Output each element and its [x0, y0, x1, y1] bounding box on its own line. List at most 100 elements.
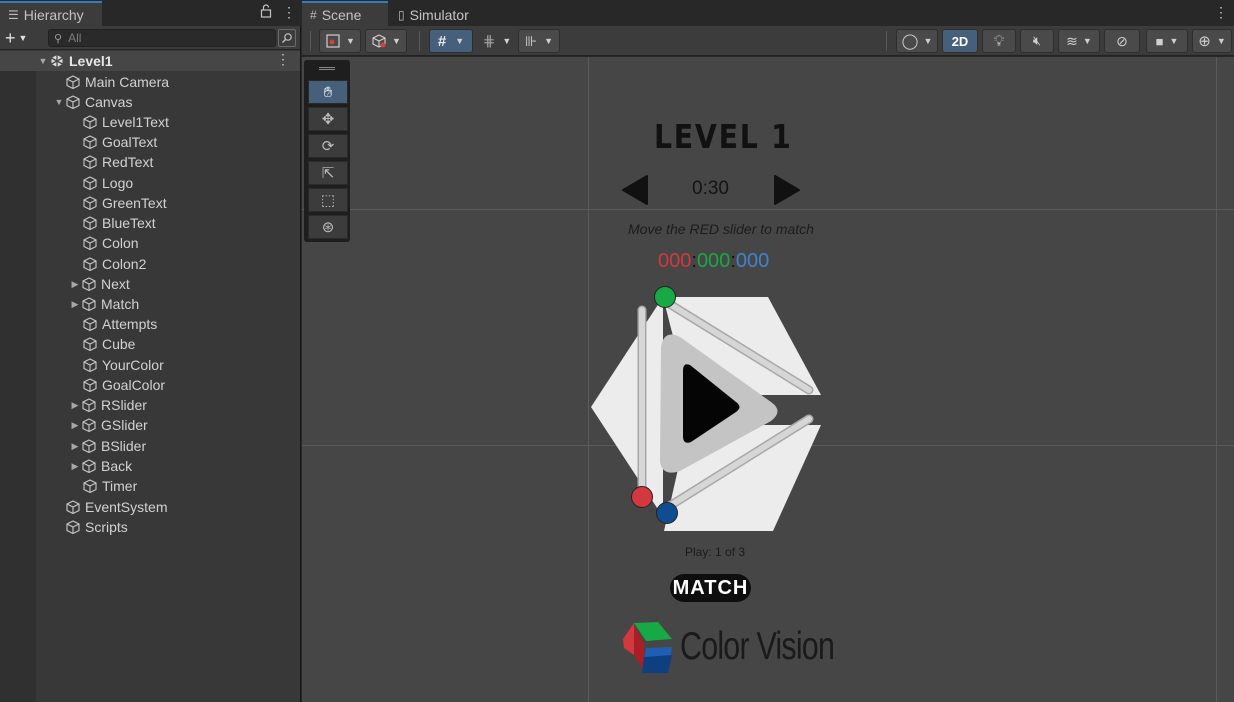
red-slider-handle[interactable]	[631, 486, 653, 508]
tree-item-label: Cube	[102, 336, 136, 352]
tree-item-label: Level1Text	[102, 114, 169, 130]
tree-item-yourcolor[interactable]: YourColor	[83, 355, 164, 375]
blue-slider-handle[interactable]	[656, 502, 678, 524]
chevron-down-icon: ▼	[392, 36, 401, 46]
fold-closed-icon[interactable]: ▶	[68, 461, 82, 472]
tree-item-gslider[interactable]: ▶ GSlider	[68, 415, 148, 435]
next-arrow-button[interactable]	[773, 174, 801, 206]
tree-item-back[interactable]: ▶ Back	[68, 456, 133, 476]
tree-item-canvas[interactable]: ▼ Canvas	[52, 92, 133, 112]
hierarchy-tabbar: ☰ Hierarchy ⋮	[0, 0, 301, 26]
tab-hierarchy[interactable]: ☰ Hierarchy	[0, 1, 102, 26]
tree-item-label: Back	[101, 458, 133, 474]
rotate-tool[interactable]: ⟳	[308, 134, 348, 158]
tree-item-next[interactable]: ▶ Next	[68, 274, 130, 294]
tab-simulator[interactable]: ▯ Simulator	[390, 1, 490, 26]
tree-item-redtext[interactable]: RedText	[83, 152, 153, 172]
drag-grip-icon[interactable]	[319, 67, 335, 70]
scale-tool[interactable]: ⇱	[308, 161, 348, 185]
tree-item-level1text[interactable]: Level1Text	[83, 112, 169, 132]
rect-tool[interactable]: ⬚	[308, 188, 348, 212]
ruler-dropdown[interactable]: ⊪ ▼	[518, 29, 560, 53]
audio-toggle[interactable]: 🔇︎	[1020, 29, 1054, 53]
tree-item-label: Attempts	[102, 316, 158, 332]
plus-icon: +	[5, 27, 16, 48]
level-title: LEVEL 1	[654, 117, 793, 156]
shading-mode-dropdown[interactable]: ◯ ▼	[896, 29, 938, 53]
layers-icon: ≋	[1066, 32, 1078, 49]
tree-item-goaltext[interactable]: GoalText	[83, 132, 157, 152]
tree-item-label: Canvas	[85, 94, 133, 110]
tree-item-colon2[interactable]: Colon2	[83, 254, 146, 274]
hand-tool[interactable]: ✋︎	[308, 80, 348, 104]
tree-item-label: GoalColor	[102, 377, 166, 393]
tree-item-cube[interactable]: Cube	[83, 334, 135, 354]
tree-item-timer[interactable]: Timer	[83, 476, 137, 496]
tree-item-scripts[interactable]: Scripts	[66, 517, 128, 537]
tree-item-match[interactable]: ▶ Match	[68, 294, 140, 314]
ruler-icon: ⊪	[524, 32, 538, 49]
green-slider-handle[interactable]	[654, 286, 676, 308]
fold-closed-icon[interactable]: ▶	[68, 420, 82, 431]
fold-closed-icon[interactable]: ▶	[68, 279, 82, 290]
increment-snap-dropdown[interactable]: ⋕ ▼	[478, 29, 516, 53]
tree-item-rslider[interactable]: ▶ RSlider	[68, 395, 147, 415]
move-tool[interactable]: ✥	[308, 107, 348, 131]
search-options-button[interactable]	[278, 29, 296, 47]
tab-scene-label: Scene	[321, 6, 362, 23]
tree-item-label: Main Camera	[85, 74, 170, 90]
tree-item-label: Colon2	[102, 256, 147, 272]
fold-closed-icon[interactable]: ▶	[68, 400, 82, 411]
search-icon	[282, 33, 292, 43]
tree-item-label: Scripts	[85, 519, 128, 535]
hierarchy-panel: ☰ Hierarchy ⋮ + ▼ ⚲ All ▼ Level1 ⋮ Main …	[0, 0, 301, 702]
scene-visibility-toggle[interactable]: ⊘	[1104, 29, 1140, 53]
fold-closed-icon[interactable]: ▶	[68, 441, 82, 452]
tree-item-attempts[interactable]: Attempts	[83, 314, 157, 334]
kebab-menu-icon[interactable]: ⋮	[282, 4, 296, 21]
grid-line	[302, 209, 1234, 210]
tree-item-main-camera[interactable]: Main Camera	[66, 72, 169, 92]
blue-value: 000	[735, 250, 770, 272]
fold-closed-icon[interactable]: ▶	[68, 299, 82, 310]
scene-root-row[interactable]: ▼ Level1 ⋮	[0, 51, 300, 71]
grid-snap-icon: #	[437, 32, 447, 50]
chevron-down-icon: ▼	[455, 36, 465, 46]
tree-item-greentext[interactable]: GreenText	[83, 193, 167, 213]
2d-toggle[interactable]: 2D	[942, 29, 978, 53]
draw-mode-dropdown[interactable]: ▼	[319, 29, 361, 53]
lock-icon[interactable]	[260, 4, 272, 21]
transform-tool[interactable]: ⊛	[308, 215, 348, 239]
gizmos-dropdown[interactable]: ⊕ ▼	[1192, 29, 1232, 53]
gameobject-cube-icon	[83, 115, 97, 129]
hierarchy-search-input[interactable]: ⚲ All	[48, 29, 276, 47]
scene-kebab-icon[interactable]: ⋮	[276, 51, 290, 68]
tree-item-label: EventSystem	[85, 499, 168, 515]
grid-snap-toggle[interactable]: # ▼	[429, 29, 473, 53]
scene-viewport[interactable]: ✋︎ ✥ ⟳ ⇱ ⬚ ⊛ LEVEL 1 0:30 Move the RED s…	[302, 57, 1234, 702]
scene-tabbar: # Scene ▯ Simulator ⋮	[302, 0, 1234, 26]
gameobject-cube-icon	[83, 358, 97, 372]
chevron-down-icon: ▼	[544, 36, 554, 46]
back-arrow-button[interactable]	[621, 174, 649, 206]
kebab-menu-icon[interactable]: ⋮	[1214, 4, 1228, 21]
tree-item-logo[interactable]: Logo	[83, 173, 133, 193]
gameobject-cube-icon	[83, 135, 97, 149]
fold-open-icon[interactable]: ▼	[36, 56, 50, 66]
camera-settings-dropdown[interactable]: ■ ▼	[1146, 29, 1188, 53]
list-icon: ☰	[8, 7, 19, 22]
rgb-readout: 000 : 000 : 000	[658, 250, 769, 273]
tree-item-bluetext[interactable]: BlueText	[83, 213, 156, 233]
add-object-button[interactable]: + ▼	[5, 28, 37, 48]
tree-item-bslider[interactable]: ▶ BSlider	[68, 436, 147, 456]
tree-item-goalcolor[interactable]: GoalColor	[83, 375, 165, 395]
fold-open-icon[interactable]: ▼	[52, 97, 66, 107]
scene-view-dropdown[interactable]: ▼	[365, 29, 407, 53]
tree-item-eventsystem[interactable]: EventSystem	[66, 497, 167, 517]
tab-scene[interactable]: # Scene	[302, 1, 388, 26]
match-button[interactable]: MATCH	[670, 574, 751, 602]
effects-dropdown[interactable]: ≋ ▼	[1058, 29, 1100, 53]
lighting-toggle[interactable]: 💡︎	[982, 29, 1016, 53]
rect-transform-icon: ⬚	[320, 192, 336, 209]
tree-item-colon[interactable]: Colon	[83, 233, 139, 253]
